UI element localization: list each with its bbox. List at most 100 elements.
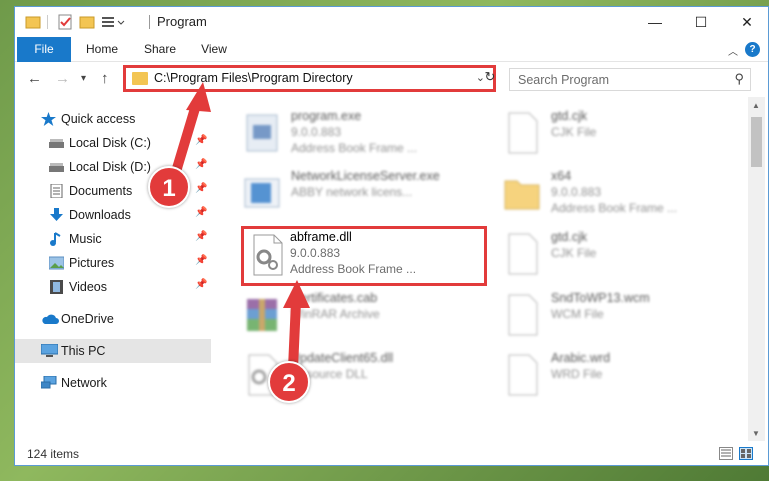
file-description: WCM File (551, 307, 604, 321)
file-name: program.exe (291, 109, 362, 123)
file-description: CJK File (551, 125, 597, 139)
item-count: 124 items (27, 447, 80, 461)
pin-icon: 📌 (195, 135, 208, 146)
tab-file[interactable]: File (17, 37, 71, 62)
sidebar-item-label: Downloads (69, 208, 131, 222)
file-description: Address Book Frame ... (291, 141, 418, 155)
tab-home[interactable]: Home (77, 37, 127, 62)
details-view-icon[interactable] (719, 447, 733, 460)
sidebar-item-label: Local Disk (D:) (69, 160, 151, 174)
file-icon (508, 294, 538, 336)
maximize-button[interactable]: ☐ (678, 7, 724, 37)
file-item-gtd-cjk-2[interactable]: gtd.cjk CJK File (495, 226, 735, 286)
sidebar-item-onedrive[interactable]: OneDrive (15, 307, 211, 331)
search-input[interactable]: Search Program ⚲ (509, 68, 751, 91)
customize-toolbar-icon[interactable] (101, 14, 127, 30)
address-bar[interactable]: C:\Program Files\Program Directory ⌄ (123, 65, 496, 92)
expand-ribbon-icon[interactable]: ︿ (728, 43, 738, 58)
file-description: WRD File (551, 367, 603, 381)
title-separator (149, 15, 150, 29)
step-badge-2: 2 (268, 361, 310, 403)
large-icons-view-icon[interactable] (739, 447, 753, 460)
file-item-sndtowp13-wcm[interactable]: SndToWP13.wcm WCM File (495, 287, 735, 347)
pin-icon: 📌 (195, 255, 208, 266)
scroll-down-icon[interactable]: ▼ (752, 429, 760, 438)
videos-icon (50, 280, 63, 294)
file-name: UpdateClient65.dll (291, 351, 394, 365)
file-name: x64 (551, 169, 572, 183)
sidebar-item-local-disk-c[interactable]: Local Disk (C:) 📌 (15, 131, 211, 155)
file-name: abframe.dll (290, 230, 352, 244)
sidebar-item-label: Local Disk (C:) (69, 136, 151, 150)
download-icon (50, 208, 63, 221)
sidebar-item-network[interactable]: Network (15, 371, 211, 395)
file-description: Address Book Frame ... (290, 262, 417, 276)
sidebar-item-label: Videos (69, 280, 107, 294)
tab-view[interactable]: View (191, 37, 237, 62)
file-name: gtd.cjk (551, 109, 588, 123)
file-item-arabic-wrd[interactable]: Arabic.wrd WRD File (495, 347, 735, 407)
refresh-icon[interactable]: ↻ (481, 68, 499, 86)
navigation-pane: Quick access Local Disk (C:) 📌 Local Dis… (15, 97, 211, 441)
file-version: 9.0.0.883 (291, 125, 342, 139)
tab-share[interactable]: Share (135, 37, 185, 62)
sidebar-item-label: Quick access (61, 112, 136, 126)
step-badge-1: 1 (148, 166, 190, 208)
file-item-abframe-dll[interactable]: abframe.dll 9.0.0.883 Address Book Frame… (241, 226, 487, 286)
up-arrow-icon[interactable]: ↑ (101, 70, 109, 87)
file-name: Arabic.wrd (551, 351, 611, 365)
search-icon: ⚲ (734, 71, 744, 86)
sidebar-item-this-pc[interactable]: This PC (15, 339, 211, 363)
exe-icon (246, 114, 278, 152)
title-bar: Program — ☐ ✕ (15, 7, 768, 37)
file-icon (508, 233, 538, 275)
file-description: Address Book Frame ... (551, 201, 678, 215)
pictures-icon (49, 256, 64, 270)
file-item-x64[interactable]: x64 9.0.0.883 Address Book Frame ... (495, 165, 735, 225)
file-icon (508, 354, 538, 396)
file-item-program-exe[interactable]: program.exe 9.0.0.883 Address Book Frame… (235, 105, 475, 165)
sidebar-item-label: Music (69, 232, 102, 246)
help-icon[interactable]: ? (745, 42, 760, 57)
sidebar-item-downloads[interactable]: Downloads 📌 (15, 203, 211, 227)
file-name: SndToWP13.wcm (551, 291, 650, 305)
file-name: gtd.cjk (551, 230, 588, 244)
music-icon (50, 232, 61, 246)
minimize-button[interactable]: — (632, 7, 678, 37)
forward-arrow-icon[interactable]: → (55, 70, 70, 87)
recent-locations-icon[interactable]: ▾ (81, 73, 86, 84)
pin-icon: 📌 (195, 159, 208, 170)
file-item-gtd-cjk[interactable]: gtd.cjk CJK File (495, 105, 735, 165)
file-icon (508, 112, 538, 154)
scroll-up-icon[interactable]: ▲ (752, 101, 760, 110)
sidebar-item-quick-access[interactable]: Quick access (15, 107, 211, 131)
file-explorer-window: Program — ☐ ✕ File Home Share View ︿ ? ←… (14, 6, 769, 466)
search-placeholder: Search Program (518, 73, 610, 87)
file-name: Certificates.cab (291, 291, 378, 305)
sidebar-item-music[interactable]: Music 📌 (15, 227, 211, 251)
properties-icon[interactable] (57, 14, 73, 30)
new-folder-icon[interactable] (79, 14, 95, 30)
file-name: NetworkLicenseServer.exe (291, 169, 440, 183)
sidebar-item-pictures[interactable]: Pictures 📌 (15, 251, 211, 275)
title-divider (47, 15, 48, 29)
pin-icon: 📌 (195, 279, 208, 290)
pin-icon: 📌 (195, 207, 208, 218)
computer-icon (41, 344, 58, 357)
file-version: 9.0.0.883 (551, 185, 602, 199)
vertical-scrollbar[interactable]: ▲ ▼ (748, 97, 765, 441)
file-description: WinRAR Archive (291, 307, 380, 321)
dll-gear-icon (253, 234, 283, 276)
scrollbar-thumb[interactable] (751, 117, 762, 167)
file-description: CJK File (551, 246, 597, 260)
close-button[interactable]: ✕ (724, 7, 769, 37)
window-title: Program (157, 14, 207, 29)
sidebar-item-label: Network (61, 376, 107, 390)
file-item-certificates-cab[interactable]: Certificates.cab WinRAR Archive (235, 287, 475, 347)
folder-icon (132, 72, 148, 85)
sidebar-item-videos[interactable]: Videos 📌 (15, 275, 211, 299)
back-arrow-icon[interactable]: ← (27, 70, 42, 87)
drive-icon (49, 163, 64, 172)
sidebar-item-label: Documents (69, 184, 133, 198)
file-item-networklicenseserver-exe[interactable]: NetworkLicenseServer.exe ABBY network li… (235, 165, 475, 225)
